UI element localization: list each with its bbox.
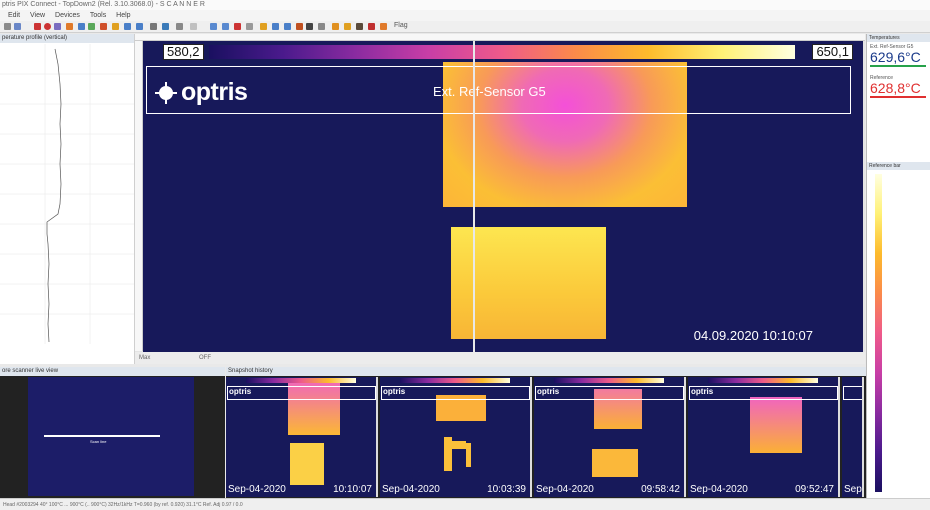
reading-value: 628,8°C [870, 80, 921, 96]
menu-help[interactable]: Help [116, 10, 130, 21]
scan-line[interactable] [44, 435, 160, 437]
reference-bar-panel: Reference bar [866, 162, 930, 500]
optris-logo-text: optris [537, 387, 560, 396]
split-icon[interactable] [222, 23, 229, 30]
layout-icon[interactable] [78, 23, 85, 30]
snapshot-icon[interactable] [54, 23, 61, 30]
snapshot-time: 10:03:39 [487, 484, 526, 495]
reference-color-bar [875, 174, 882, 492]
hotspot-icon[interactable] [112, 23, 119, 30]
snapshot-thumbnail[interactable]: optris Sep-04-2020 10:10:07 [226, 377, 378, 497]
window-icon[interactable] [210, 23, 217, 30]
chart-icon[interactable] [124, 23, 131, 30]
window-title: ptris PIX Connect - TopDown2 (Rel. 3.10.… [0, 0, 930, 10]
snapshot-time: 09:52:47 [795, 484, 834, 495]
new-icon[interactable] [4, 23, 11, 30]
horizontal-ruler [135, 34, 865, 41]
lock-icon[interactable] [260, 23, 267, 30]
temperatures-title: Temperatures [867, 34, 930, 42]
layers-icon[interactable] [272, 23, 279, 30]
menu-edit[interactable]: Edit [8, 10, 20, 21]
live-view-image[interactable]: Scan line [28, 377, 194, 496]
toolbar: Flag [0, 21, 930, 33]
optris-logo-icon [155, 82, 177, 104]
scan-line-label: Scan line [90, 439, 107, 444]
vertical-profile-line[interactable] [473, 41, 475, 352]
warning-icon[interactable] [332, 23, 339, 30]
reading-bar [870, 65, 926, 67]
profile-panel-title: perature profile (vertical) [0, 34, 134, 43]
snapshot-date: Sep [844, 484, 862, 495]
menu-bar: Edit View Devices Tools Help [0, 10, 930, 21]
snapshot-thumbnail[interactable]: optris Sep-04-2020 09:58:42 [534, 377, 686, 497]
export-icon[interactable] [380, 23, 387, 30]
live-view-title: ore scanner live view [0, 367, 225, 376]
person-icon[interactable] [306, 23, 313, 30]
pix-connect-window: ptris PIX Connect - TopDown2 (Rel. 3.10.… [0, 0, 930, 510]
scanner-live-view-panel: ore scanner live view Scan line [0, 367, 225, 498]
snapshot-thumbnail[interactable]: optris Sep-04-2020 10:03:39 [380, 377, 532, 497]
grid-icon[interactable] [88, 23, 95, 30]
flash-icon[interactable] [344, 23, 351, 30]
color-palette-bar [209, 45, 795, 59]
snapshot-thumbnail[interactable]: Sep [842, 377, 864, 497]
record-icon[interactable] [44, 23, 51, 30]
snapshot-time: 10:10:07 [333, 484, 372, 495]
stop-icon[interactable] [34, 23, 41, 30]
profile-chart [0, 44, 134, 344]
image-timestamp: 04.09.2020 10:10:07 [693, 328, 813, 343]
gear-icon[interactable] [356, 23, 363, 30]
line-icon[interactable] [246, 23, 253, 30]
snapshot-date: Sep-04-2020 [228, 484, 286, 495]
temperatures-panel: Temperatures Ext. Ref-Sensor G5 629,6°C … [866, 34, 930, 162]
optris-logo-text: optris [181, 78, 248, 106]
thermal-image[interactable]: 580,2 650,1 optris Ext. Ref-Sensor G5 04… [143, 41, 863, 352]
snapshot-thumbnail[interactable]: optris Sep-04-2020 09:52:47 [688, 377, 840, 497]
settings-icon[interactable] [162, 23, 169, 30]
open-icon[interactable] [14, 23, 21, 30]
tools-icon[interactable] [318, 23, 325, 30]
alarm-icon[interactable] [234, 23, 241, 30]
view-footer: Max OFF [135, 352, 865, 364]
temperature-profile-panel: perature profile (vertical) [0, 34, 135, 364]
sensor-label: Ext. Ref-Sensor G5 [433, 84, 546, 99]
menu-tools[interactable]: Tools [90, 10, 106, 21]
table-icon[interactable] [284, 23, 291, 30]
reading-bar [870, 96, 926, 98]
thermal-image-view[interactable]: 580,2 650,1 optris Ext. Ref-Sensor G5 04… [135, 34, 865, 364]
zoom-icon[interactable] [150, 23, 157, 30]
palette-icon[interactable] [66, 23, 73, 30]
measure-area-icon[interactable] [100, 23, 107, 30]
history-title: Snapshot history [226, 367, 866, 376]
reading-value: 629,6°C [870, 49, 921, 65]
profile-icon[interactable] [136, 23, 143, 30]
palette-max-value[interactable]: 650,1 [812, 44, 853, 60]
snapshot-time: 09:58:42 [641, 484, 680, 495]
snapshot-history-panel: Snapshot history optris Sep-04-2020 10:1… [226, 367, 866, 498]
menu-view[interactable]: View [30, 10, 45, 21]
bar-chart-icon[interactable] [296, 23, 303, 30]
record-video-icon[interactable] [368, 23, 375, 30]
status-bar: Head #2003294 40° 100°C ... 900°C (.. 90… [0, 498, 930, 510]
crosshair-icon[interactable] [190, 23, 197, 30]
palette-min-value[interactable]: 580,2 [163, 44, 204, 60]
flag-button[interactable]: Flag [394, 22, 408, 29]
reference-bar-title: Reference bar [867, 162, 930, 170]
vertical-ruler [135, 41, 143, 351]
optris-logo-text: optris [229, 387, 252, 396]
footer-off[interactable]: OFF [199, 355, 211, 361]
snapshot-date: Sep-04-2020 [690, 484, 748, 495]
snapshot-date: Sep-04-2020 [382, 484, 440, 495]
view-icon[interactable] [176, 23, 183, 30]
footer-max[interactable]: Max [139, 355, 150, 361]
menu-devices[interactable]: Devices [55, 10, 80, 21]
optris-logo-text: optris [691, 387, 714, 396]
optris-logo-text: optris [383, 387, 406, 396]
snapshot-date: Sep-04-2020 [536, 484, 594, 495]
